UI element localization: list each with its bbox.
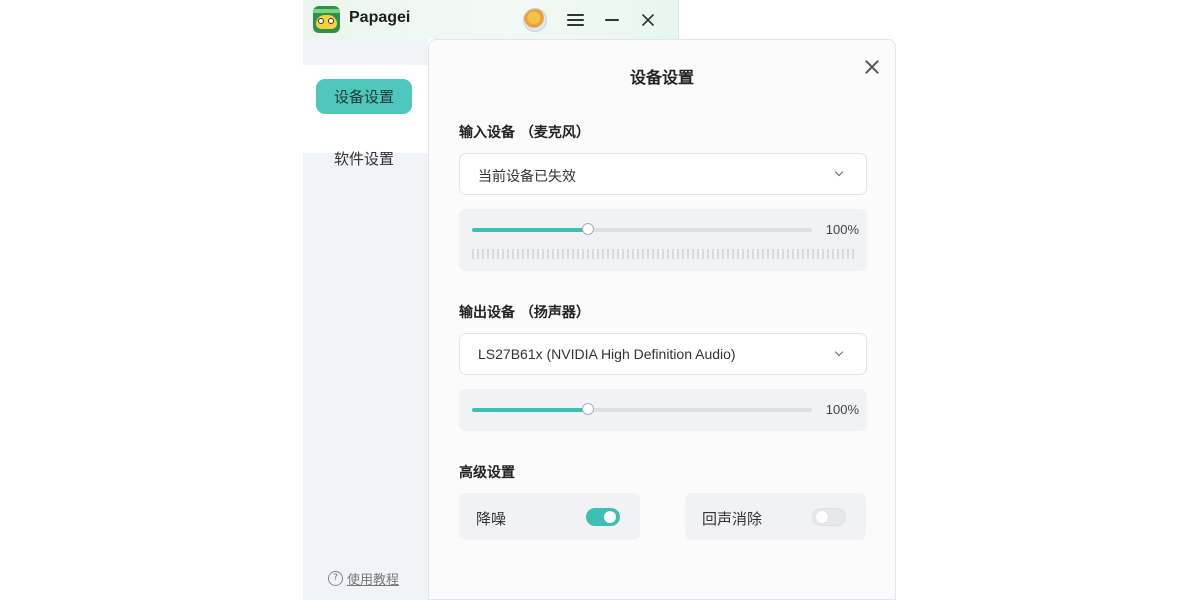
sidebar-item-software-settings[interactable]: 软件设置: [316, 141, 412, 176]
output-device-select[interactable]: LS27B61x (NVIDIA High Definition Audio): [459, 333, 867, 375]
close-icon[interactable]: [861, 56, 883, 78]
menu-icon[interactable]: [562, 7, 588, 33]
toggle-knob: [816, 511, 828, 523]
input-volume-thumb[interactable]: [581, 223, 594, 235]
echo-cancellation-label: 回声消除: [702, 510, 763, 528]
echo-cancellation-card: 回声消除: [685, 493, 866, 540]
input-device-select[interactable]: 当前设备已失效: [459, 153, 867, 195]
chevron-down-icon: [834, 167, 844, 177]
echo-cancellation-toggle[interactable]: [812, 508, 846, 526]
input-section-title: 输入设备 （麦克风）: [459, 125, 590, 141]
sidebar: 设备设置 软件设置 ? 使用教程: [303, 39, 428, 600]
minimize-icon[interactable]: [599, 7, 625, 33]
chevron-down-icon: [834, 347, 844, 357]
avatar-icon[interactable]: [523, 8, 547, 32]
toggle-knob: [604, 511, 616, 523]
input-volume-slider[interactable]: [472, 223, 812, 235]
output-volume-slider[interactable]: [472, 403, 812, 415]
output-volume-box: 100%: [459, 389, 867, 431]
tutorial-label: 使用教程: [347, 573, 400, 588]
app-titlebar: Papagei: [303, 0, 679, 39]
output-volume-thumb[interactable]: [581, 403, 594, 415]
noise-reduction-card: 降噪: [459, 493, 640, 540]
close-icon[interactable]: [635, 7, 661, 33]
panel-title: 设备设置: [629, 68, 694, 87]
input-device-value: 当前设备已失效: [478, 169, 576, 185]
output-section-title: 输出设备 （扬声器）: [459, 305, 590, 321]
app-logo-icon: [313, 6, 340, 33]
sidebar-item-device-settings[interactable]: 设备设置: [316, 79, 412, 114]
advanced-section-title: 高级设置: [459, 465, 515, 481]
input-volume-box: 100%: [459, 209, 867, 271]
output-volume-label: 100%: [825, 402, 859, 417]
input-volume-label: 100%: [825, 222, 859, 237]
input-level-meter: [472, 249, 856, 259]
help-circle-icon: ?: [328, 571, 343, 586]
app-name: Papagei: [349, 9, 411, 26]
noise-reduction-toggle[interactable]: [586, 508, 620, 526]
output-device-value: LS27B61x (NVIDIA High Definition Audio): [478, 346, 736, 362]
input-volume-fill: [472, 228, 588, 232]
device-settings-panel: 设备设置 输入设备 （麦克风） 当前设备已失效 100% 输出设备 （扬声器） …: [428, 39, 896, 600]
tutorial-link[interactable]: ? 使用教程: [328, 569, 399, 588]
noise-reduction-label: 降噪: [476, 510, 507, 528]
output-volume-fill: [472, 408, 588, 412]
